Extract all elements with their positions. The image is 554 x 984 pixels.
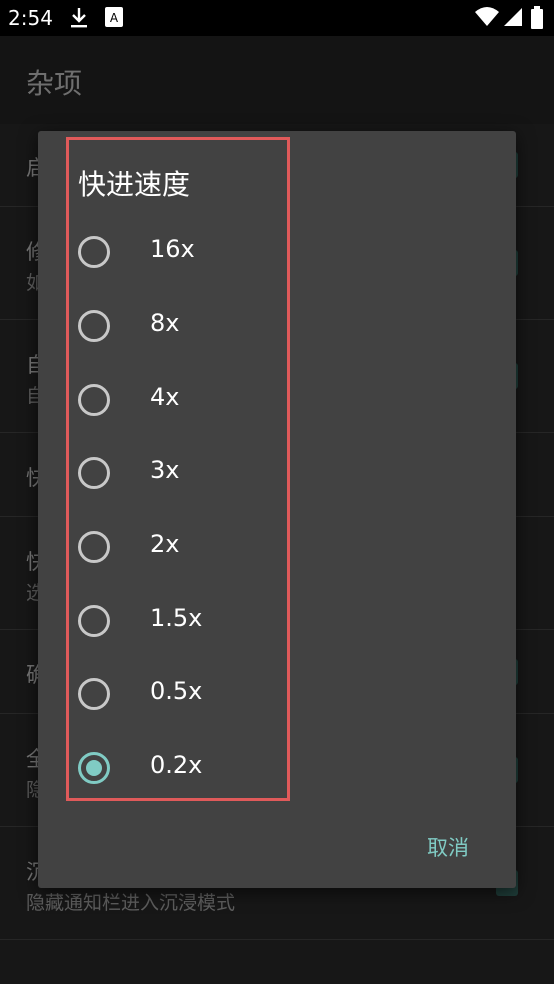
status-time: 2:54 (8, 6, 53, 30)
radio-button-selected[interactable] (78, 752, 110, 784)
radio-option-0-2x[interactable]: 0.2x (78, 737, 308, 797)
option-label: 3x (150, 456, 180, 484)
radio-button[interactable] (78, 531, 110, 563)
battery-icon (530, 6, 544, 34)
radio-button[interactable] (78, 384, 110, 416)
option-label: 8x (150, 309, 180, 337)
option-label: 2x (150, 530, 180, 558)
radio-option-1-5x[interactable]: 1.5x (78, 590, 308, 650)
radio-option-3x[interactable]: 3x (78, 442, 308, 502)
setting-subtitle: 隐藏通知栏进入沉浸模式 (26, 892, 236, 914)
signal-icon (502, 6, 524, 32)
radio-button[interactable] (78, 678, 110, 710)
wifi-icon (474, 6, 500, 32)
radio-option-2x[interactable]: 2x (78, 516, 308, 576)
option-label: 4x (150, 383, 180, 411)
radio-option-8x[interactable]: 8x (78, 295, 308, 355)
radio-button[interactable] (78, 310, 110, 342)
download-icon (68, 6, 90, 34)
page-title: 杂项 (26, 67, 83, 100)
app-bar: 杂项 (0, 36, 554, 124)
cancel-button[interactable]: 取消 (427, 832, 469, 862)
speed-dialog: 快进速度 16x 8x 4x 3x 2x 1.5x 0.5x 0.2x 取消 (38, 131, 516, 888)
dialog-title: 快进速度 (78, 168, 191, 201)
radio-button[interactable] (78, 236, 110, 268)
radio-option-0-5x[interactable]: 0.5x (78, 663, 308, 723)
svg-text:A: A (110, 11, 119, 25)
option-label: 0.2x (150, 751, 203, 779)
option-label: 0.5x (150, 677, 203, 705)
radio-option-16x[interactable]: 16x (78, 221, 308, 281)
radio-option-4x[interactable]: 4x (78, 369, 308, 429)
radio-button[interactable] (78, 457, 110, 489)
option-label: 16x (150, 235, 195, 263)
radio-button[interactable] (78, 605, 110, 637)
option-label: 1.5x (150, 604, 203, 632)
status-bar: 2:54 A (0, 0, 554, 36)
a-box-icon: A (104, 6, 124, 32)
